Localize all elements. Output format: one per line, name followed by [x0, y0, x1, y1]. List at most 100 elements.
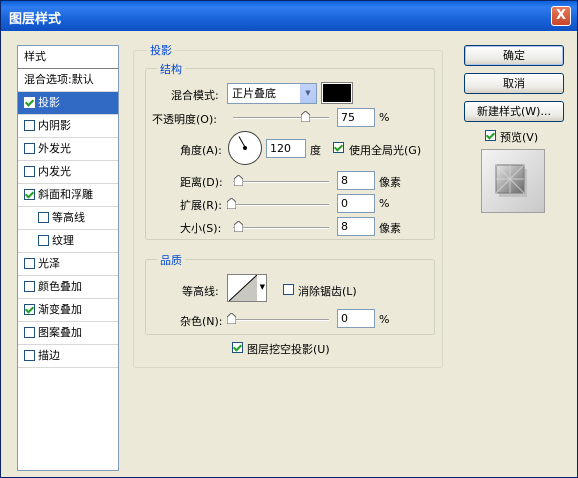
preview-checkbox[interactable]: [485, 130, 496, 141]
knockout-checkbox[interactable]: [232, 342, 243, 353]
knockout-label[interactable]: 图层挖空投影(U): [247, 341, 330, 357]
distance-input[interactable]: 8: [337, 171, 375, 190]
style-checkbox[interactable]: [24, 281, 35, 292]
cancel-button[interactable]: 取消: [464, 73, 564, 94]
style-list-item[interactable]: 纹理: [18, 230, 118, 253]
style-list-item-label: 纹理: [52, 234, 74, 247]
style-list-item-label: 渐变叠加: [38, 303, 82, 316]
opacity-input[interactable]: 75: [337, 108, 375, 127]
style-preview-thumbnail: [481, 149, 545, 213]
contour-dropdown-arrow[interactable]: ▼: [260, 283, 265, 291]
bevel-preview-icon: [495, 164, 527, 197]
size-slider-thumb[interactable]: [234, 221, 243, 232]
style-list-item-label: 图案叠加: [38, 326, 82, 339]
preview-label[interactable]: 预览(V): [500, 129, 538, 145]
angle-dial[interactable]: [228, 131, 262, 165]
ok-button-label: 确定: [503, 49, 525, 62]
style-list-item-label: 混合选项:默认: [24, 73, 94, 86]
style-list-item[interactable]: 光泽: [18, 253, 118, 276]
distance-slider-track[interactable]: [233, 181, 329, 183]
opacity-value: 75: [341, 111, 355, 124]
style-list: 样式 混合选项:默认投影内阴影外发光内发光 斜面和浮雕等高线纹理光泽颜色叠加渐变叠…: [17, 45, 119, 471]
spread-unit: %: [379, 197, 390, 210]
size-slider-track[interactable]: [233, 227, 329, 229]
noise-slider-track[interactable]: [233, 319, 329, 321]
angle-label: 角度(A):: [180, 144, 222, 157]
style-checkbox[interactable]: [24, 166, 35, 177]
style-checkbox[interactable]: [24, 189, 35, 200]
style-checkbox[interactable]: [38, 235, 49, 246]
quality-title: 品质: [157, 252, 185, 268]
distance-slider-thumb[interactable]: [234, 175, 243, 186]
drop-shadow-title: 投影: [147, 42, 175, 58]
global-light-label[interactable]: 使用全局光(G): [349, 142, 421, 158]
style-checkbox[interactable]: [38, 212, 49, 223]
style-checkbox[interactable]: [24, 120, 35, 131]
style-checkbox[interactable]: [24, 143, 35, 154]
noise-label: 杂色(N):: [180, 315, 223, 328]
opacity-unit: %: [379, 111, 390, 124]
new-style-button-label: 新建样式(W)...: [477, 105, 551, 118]
style-list-item[interactable]: 内发光: [18, 161, 118, 184]
style-list-item[interactable]: 等高线: [18, 207, 118, 230]
spread-input[interactable]: 0: [337, 194, 375, 213]
style-list-item-label: 投影: [38, 96, 60, 109]
global-light-checkbox[interactable]: [333, 142, 344, 153]
style-list-item[interactable]: 混合选项:默认: [18, 69, 118, 92]
window-title: 图层样式: [9, 12, 62, 27]
title-bar[interactable]: 图层样式 X: [1, 1, 577, 31]
antialias-checkbox[interactable]: [283, 284, 294, 295]
size-input[interactable]: 8: [337, 217, 375, 236]
spread-value: 0: [341, 197, 348, 210]
opacity-slider-thumb[interactable]: [301, 111, 310, 122]
style-checkbox[interactable]: [24, 304, 35, 315]
contour-picker[interactable]: ▼: [227, 274, 267, 302]
ok-button[interactable]: 确定: [464, 45, 564, 66]
angle-value: 120: [270, 142, 291, 155]
blend-mode-value: 正片叠底: [232, 87, 276, 100]
size-unit: 像素: [379, 222, 401, 235]
style-checkbox[interactable]: [24, 350, 35, 361]
style-list-item-label: 外发光: [38, 142, 71, 155]
layer-style-dialog: 图层样式 X 样式 混合选项:默认 投影 内阴影 外发光 内发光 斜面和浮雕 等高线 纹理 光泽…: [0, 0, 578, 478]
contour-curve-icon: [229, 275, 257, 301]
new-style-button[interactable]: 新建样式(W)...: [464, 101, 564, 122]
noise-input[interactable]: 0: [337, 309, 375, 328]
style-checkbox[interactable]: [24, 327, 35, 338]
antialias-label[interactable]: 消除锯齿(L): [298, 283, 357, 299]
noise-value: 0: [341, 312, 348, 325]
style-list-item[interactable]: 外发光: [18, 138, 118, 161]
opacity-slider-track[interactable]: [233, 117, 329, 119]
style-list-item[interactable]: 投影: [18, 92, 118, 115]
style-checkbox[interactable]: [24, 97, 35, 108]
style-list-item-label: 光泽: [38, 257, 60, 270]
style-list-header[interactable]: 样式: [18, 46, 118, 69]
style-list-item[interactable]: 斜面和浮雕: [18, 184, 118, 207]
style-checkbox[interactable]: [24, 258, 35, 269]
style-list-item-label: 等高线: [52, 211, 85, 224]
style-list-item[interactable]: 图案叠加: [18, 322, 118, 345]
chevron-down-icon: ▼: [299, 84, 316, 103]
size-label: 大小(S):: [180, 222, 222, 235]
contour-label: 等高线:: [182, 285, 219, 298]
noise-slider-thumb[interactable]: [227, 313, 236, 324]
angle-dial-center: [243, 146, 247, 150]
style-list-item-label: 描边: [38, 349, 60, 362]
shadow-color-swatch[interactable]: [321, 82, 353, 104]
style-list-item-label: 内阴影: [38, 119, 71, 132]
spread-slider-thumb[interactable]: [227, 198, 236, 209]
angle-input[interactable]: 120: [266, 139, 306, 158]
spread-label: 扩展(R):: [180, 199, 222, 212]
spread-slider-track[interactable]: [233, 204, 329, 206]
style-list-item[interactable]: 颜色叠加: [18, 276, 118, 299]
distance-label: 距离(D):: [180, 176, 223, 189]
style-list-item[interactable]: 描边: [18, 345, 118, 368]
close-icon: X: [555, 8, 567, 23]
angle-unit: 度: [310, 144, 321, 157]
style-list-item[interactable]: 内阴影: [18, 115, 118, 138]
opacity-label: 不透明度(O):: [152, 113, 217, 126]
blend-mode-select[interactable]: 正片叠底 ▼: [227, 83, 317, 104]
close-button[interactable]: X: [551, 6, 571, 26]
noise-unit: %: [379, 313, 390, 326]
style-list-item[interactable]: 渐变叠加: [18, 299, 118, 322]
